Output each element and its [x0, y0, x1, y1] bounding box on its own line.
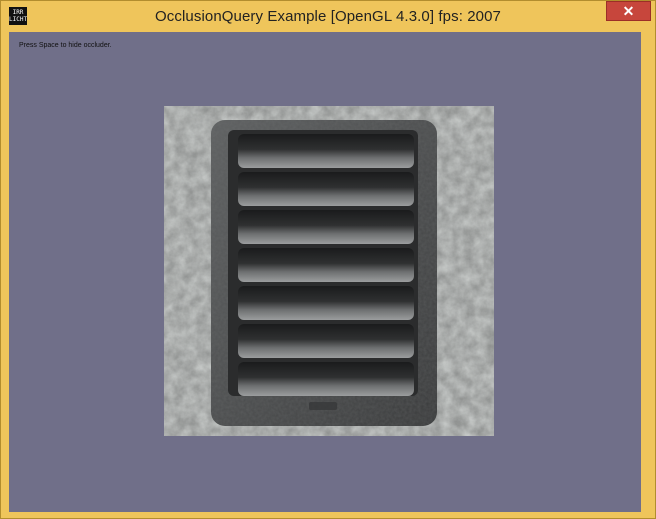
window-title: OcclusionQuery Example [OpenGL 4.3.0] fp…: [155, 8, 501, 25]
vent-grate-occluder: [164, 106, 494, 436]
embossed-mark: [309, 402, 337, 410]
hint-text: Press Space to hide occluder.: [19, 42, 112, 49]
title-bar[interactable]: IRR LICHT OcclusionQuery Example [OpenGL…: [1, 1, 655, 32]
close-button[interactable]: ✕: [606, 1, 651, 21]
render-viewport[interactable]: Press Space to hide occluder.: [9, 32, 641, 512]
vent-slats: [238, 134, 414, 396]
close-icon: ✕: [622, 3, 635, 19]
app-window: IRR LICHT OcclusionQuery Example [OpenGL…: [0, 0, 656, 519]
